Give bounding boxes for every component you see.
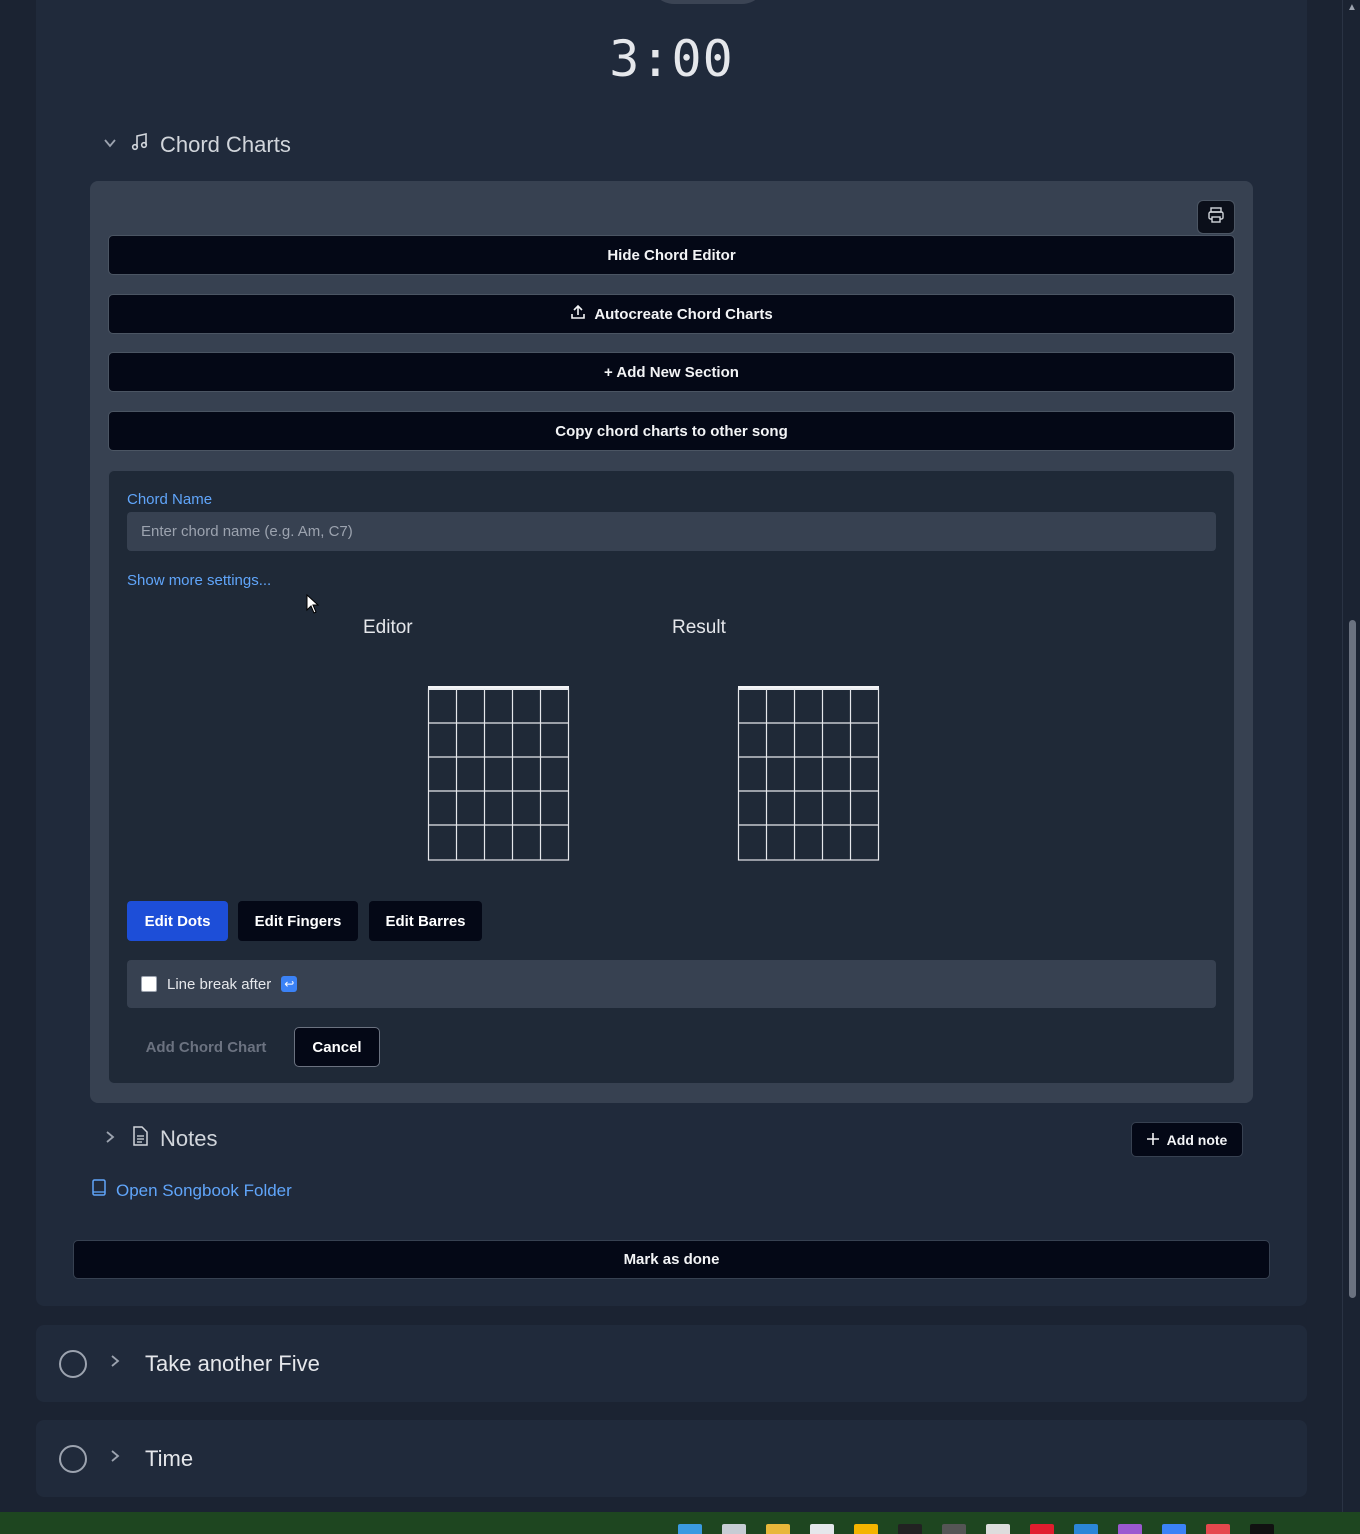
open-songbook-folder-link[interactable]: Open Songbook Folder xyxy=(92,1179,292,1202)
chevron-right-icon[interactable] xyxy=(108,1449,122,1468)
chord-charts-header[interactable]: Chord Charts xyxy=(100,132,291,158)
start-icon[interactable] xyxy=(678,1524,702,1534)
notes-title: Notes xyxy=(160,1126,218,1151)
song-card: 3:00 Chord Charts Hide Chord Editor Auto… xyxy=(36,0,1307,1306)
print-button[interactable] xyxy=(1197,200,1235,234)
done-checkbox[interactable] xyxy=(59,1349,87,1378)
add-section-label: + Add New Section xyxy=(604,363,739,381)
result-title: Result xyxy=(672,617,726,638)
vertical-scrollbar[interactable]: ▲ xyxy=(1342,0,1360,1512)
edit-dots-button[interactable]: Edit Dots xyxy=(127,901,228,941)
opera-icon[interactable] xyxy=(1030,1524,1054,1534)
song-item[interactable]: Take another Five xyxy=(36,1325,1307,1402)
printer-icon xyxy=(1207,206,1225,229)
line-break-label: Line break after xyxy=(167,975,272,993)
app-icon[interactable] xyxy=(1162,1524,1186,1534)
chevron-right-icon[interactable] xyxy=(108,1354,122,1373)
hide-chord-editor-label: Hide Chord Editor xyxy=(607,246,736,264)
mouse-cursor-icon xyxy=(306,594,320,614)
file-explorer-icon[interactable] xyxy=(766,1524,790,1534)
scroll-up-icon[interactable]: ▲ xyxy=(1347,2,1357,13)
chevron-right-icon[interactable] xyxy=(100,1130,120,1149)
scrollbar-thumb[interactable] xyxy=(1349,620,1356,1298)
app-icon[interactable] xyxy=(854,1524,878,1534)
notepad-icon[interactable] xyxy=(986,1524,1010,1534)
plus-icon xyxy=(1146,1132,1159,1148)
document-icon xyxy=(130,1126,150,1152)
line-break-checkbox[interactable] xyxy=(141,976,157,992)
app-icon[interactable] xyxy=(1206,1524,1230,1534)
taskview-icon[interactable] xyxy=(722,1524,746,1534)
song-item[interactable]: Time xyxy=(36,1420,1307,1497)
edit-fingers-button[interactable]: Edit Fingers xyxy=(238,901,358,941)
vscode-icon[interactable] xyxy=(1074,1524,1098,1534)
mark-as-done-button[interactable]: Mark as done xyxy=(73,1240,1270,1279)
done-checkbox[interactable] xyxy=(59,1444,87,1473)
taskbar xyxy=(0,1512,1360,1534)
autocreate-label: Autocreate Chord Charts xyxy=(594,305,773,323)
autocreate-chord-charts-button[interactable]: Autocreate Chord Charts xyxy=(108,294,1235,334)
songbook-label: Open Songbook Folder xyxy=(116,1180,292,1200)
line-break-row: Line break after ↩ xyxy=(127,960,1216,1008)
chevron-down-icon[interactable] xyxy=(100,136,120,155)
music-note-icon xyxy=(130,132,150,158)
app-icon[interactable] xyxy=(1250,1524,1274,1534)
chord-name-label: Chord Name xyxy=(127,491,213,508)
add-note-button[interactable]: Add note xyxy=(1131,1122,1243,1157)
chord-editor: Chord Name Show more settings... Editor … xyxy=(108,470,1235,1084)
cancel-button[interactable]: Cancel xyxy=(294,1027,380,1067)
chord-charts-panel: Hide Chord Editor Autocreate Chord Chart… xyxy=(90,181,1253,1103)
timer-ring xyxy=(650,0,766,4)
show-more-settings-link[interactable]: Show more settings... xyxy=(127,572,271,589)
add-new-section-button[interactable]: + Add New Section xyxy=(108,352,1235,392)
editor-fretboard[interactable] xyxy=(427,685,572,863)
copy-chord-charts-label: Copy chord charts to other song xyxy=(555,422,788,440)
upload-icon xyxy=(570,304,586,324)
timer-display: 3:00 xyxy=(609,30,734,88)
browser-icon[interactable] xyxy=(810,1524,834,1534)
add-note-label: Add note xyxy=(1166,1131,1228,1148)
chord-name-input[interactable] xyxy=(127,512,1216,551)
return-arrow-icon: ↩ xyxy=(281,976,298,992)
app-icon[interactable] xyxy=(1118,1524,1142,1534)
add-chord-chart-button[interactable]: Add Chord Chart xyxy=(127,1027,285,1067)
song-item-title: Take another Five xyxy=(145,1350,320,1376)
book-icon xyxy=(92,1179,106,1202)
hide-chord-editor-button[interactable]: Hide Chord Editor xyxy=(108,235,1235,275)
copy-chord-charts-button[interactable]: Copy chord charts to other song xyxy=(108,411,1235,451)
page: 3:00 Chord Charts Hide Chord Editor Auto… xyxy=(0,0,1342,1512)
edit-barres-button[interactable]: Edit Barres xyxy=(369,901,482,941)
app-icon[interactable] xyxy=(898,1524,922,1534)
song-item-title: Time xyxy=(145,1445,194,1471)
editor-title: Editor xyxy=(363,617,413,638)
chord-charts-title: Chord Charts xyxy=(160,132,291,157)
terminal-icon[interactable] xyxy=(942,1524,966,1534)
result-fretboard xyxy=(737,686,880,861)
notes-header[interactable]: Notes xyxy=(100,1126,217,1152)
